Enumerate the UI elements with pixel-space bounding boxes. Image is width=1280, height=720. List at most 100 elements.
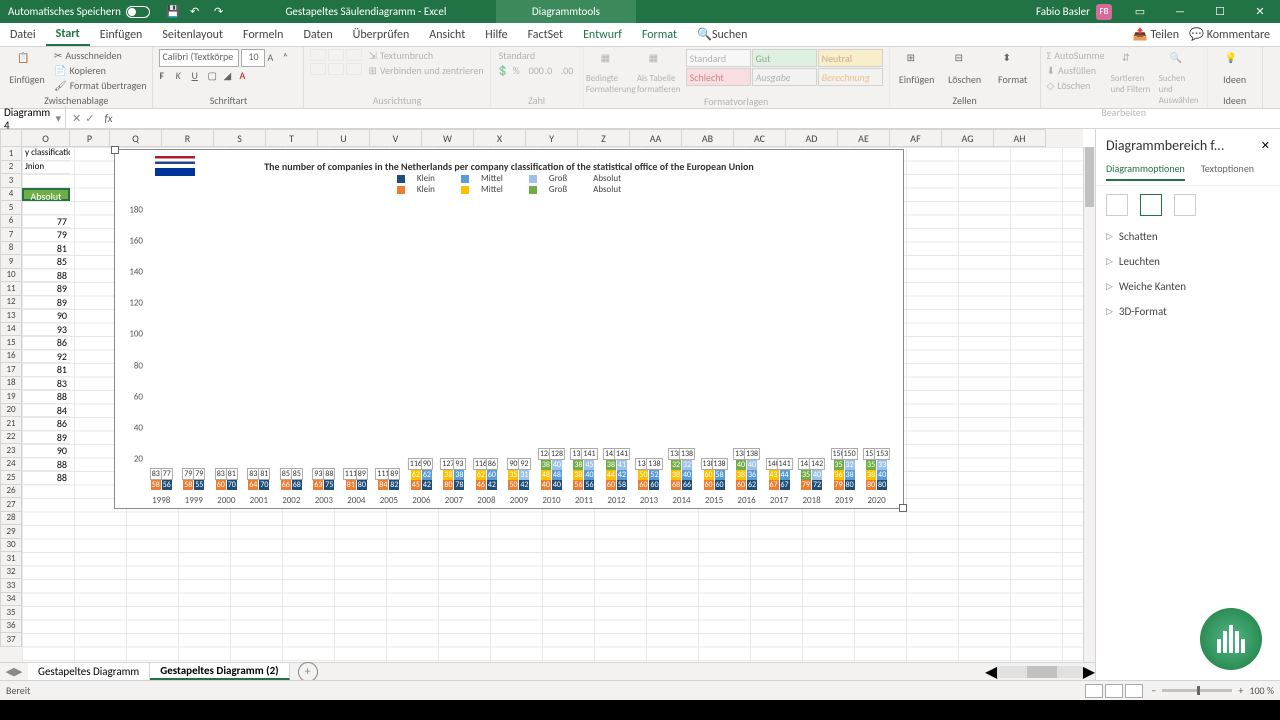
undo-icon[interactable]: ↶ [190, 5, 204, 19]
cell-value[interactable]: 92 [22, 350, 70, 364]
col-header-AB[interactable]: AB [682, 129, 734, 147]
col-header-U[interactable]: U [318, 129, 370, 147]
tab-start[interactable]: Start [46, 23, 90, 46]
row-header-32[interactable]: 32 [0, 566, 22, 580]
col-header-X[interactable]: X [474, 129, 526, 147]
bar-group-2001[interactable]: 64837081 [243, 210, 276, 490]
pane-tab-options[interactable]: Diagrammoptionen [1106, 162, 1185, 181]
tab-einfuegen[interactable]: Einfügen [90, 23, 153, 46]
bar-group-2008[interactable]: 4662116426086 [470, 210, 503, 490]
bar-group-2004[interactable]: 811118089 [340, 210, 373, 490]
font-color-icon[interactable]: A [239, 69, 253, 83]
row-header-2[interactable]: 2 [0, 161, 22, 175]
col-header-AA[interactable]: AA [630, 129, 682, 147]
cell-value[interactable]: 85 [22, 255, 70, 269]
vertical-scrollbar[interactable] [1083, 147, 1095, 662]
row-header-23[interactable]: 23 [0, 444, 22, 458]
cell-value[interactable]: 90 [22, 444, 70, 458]
size-props-icon[interactable] [1174, 194, 1196, 216]
col-header-P[interactable]: P [70, 129, 110, 147]
share-button[interactable]: 📤 Teilen [1133, 27, 1179, 42]
cell-value[interactable]: 93 [22, 323, 70, 337]
bar-group-2020[interactable]: 803835153804033153 [860, 210, 893, 490]
row-header-35[interactable]: 35 [0, 606, 22, 620]
col-header-Y[interactable]: Y [526, 129, 578, 147]
row-header-21[interactable]: 21 [0, 417, 22, 431]
wrap-text-button[interactable]: ⇲ Textumbruch [368, 49, 483, 62]
col-header-Q[interactable]: Q [110, 129, 162, 147]
currency-icon[interactable]: 💲 [497, 64, 511, 78]
column-headers[interactable]: OPQRSTUVWXYZAAABACADAEAFAGAH [0, 129, 1083, 147]
align-buttons[interactable] [310, 49, 362, 75]
row-header-22[interactable]: 22 [0, 431, 22, 445]
ideas-button[interactable]: 💡Ideen [1214, 49, 1256, 86]
effects-icon[interactable] [1140, 194, 1162, 216]
style-neutral[interactable]: Neutral [818, 49, 883, 67]
row-header-9[interactable]: 9 [0, 255, 22, 269]
fill-button[interactable]: ⬇ Ausfüllen [1047, 64, 1105, 77]
sort-filter-button[interactable]: ⇵Sortieren und Filtern [1111, 49, 1153, 95]
row-header-34[interactable]: 34 [0, 593, 22, 607]
tab-entwurf[interactable]: Entwurf [573, 23, 632, 46]
cell-value[interactable]: 86 [22, 336, 70, 350]
col-header-Z[interactable]: Z [578, 129, 630, 147]
add-sheet-button[interactable]: + [298, 662, 318, 681]
row-header-1[interactable]: 1 [0, 147, 22, 161]
fill-color-icon[interactable]: ◢ [223, 69, 237, 83]
enter-formula-icon[interactable]: ✓ [85, 112, 94, 125]
cell-value[interactable]: 89 [22, 282, 70, 296]
bar-group-2000[interactable]: 60837081 [210, 210, 243, 490]
cell-value[interactable]: 88 [22, 458, 70, 472]
section-schatten[interactable]: Schatten [1096, 224, 1280, 249]
dec-decimal-icon[interactable]: .00 [561, 64, 575, 78]
row-header-11[interactable]: 11 [0, 282, 22, 296]
row-header-17[interactable]: 17 [0, 363, 22, 377]
bold-icon[interactable]: F [159, 69, 173, 83]
bar-group-2018[interactable]: 79351427240142 [795, 210, 828, 490]
bar-group-2007[interactable]: 8038127783893 [438, 210, 471, 490]
bar-group-1999[interactable]: 58795579 [178, 210, 211, 490]
row-header-20[interactable]: 20 [0, 404, 22, 418]
cell-value[interactable]: 88 [22, 269, 70, 283]
tab-datei[interactable]: Datei [0, 23, 46, 46]
cut-button[interactable]: ✂ Ausschneiden [54, 49, 146, 62]
format-cells-button[interactable]: ⬍Format [992, 49, 1034, 86]
search-box[interactable]: 🔍 Suchen [687, 23, 757, 46]
style-berechnung[interactable]: Berechnung [818, 68, 883, 86]
merge-button[interactable]: ⊞ Verbinden und zentrieren [368, 64, 483, 77]
tab-hilfe[interactable]: Hilfe [475, 23, 517, 46]
cell-value[interactable]: 90 [22, 309, 70, 323]
col-header-AC[interactable]: AC [734, 129, 786, 147]
cell-value[interactable]: 77 [22, 215, 70, 229]
worksheet-grid[interactable]: y classification Jnion Absolut 777981858… [22, 147, 1083, 662]
row-header-36[interactable]: 36 [0, 620, 22, 634]
tab-formeln[interactable]: Formeln [233, 23, 293, 46]
fx-label-icon[interactable]: fx [100, 112, 116, 125]
select-all-cell[interactable] [0, 129, 22, 147]
bar-group-2011[interactable]: 563838132564045141 [568, 210, 601, 490]
bar-group-2002[interactable]: 66856885 [275, 210, 308, 490]
row-header-14[interactable]: 14 [0, 323, 22, 337]
row-header-29[interactable]: 29 [0, 525, 22, 539]
insert-cells-button[interactable]: ⊞Einfügen [896, 49, 938, 86]
sheet-nav-icon[interactable]: ◀▶ [0, 665, 28, 678]
row-header-19[interactable]: 19 [0, 390, 22, 404]
bar-group-2005[interactable]: 841118289 [373, 210, 406, 490]
ribbon-display-icon[interactable]: ▭ [1120, 0, 1160, 23]
col-header-AG[interactable]: AG [942, 129, 994, 147]
bar-group-2016[interactable]: 603840138623640138 [730, 210, 763, 490]
cell-value[interactable]: 88 [22, 471, 70, 485]
cell-value[interactable]: 88 [22, 390, 70, 404]
col-header-S[interactable]: S [214, 129, 266, 147]
row-header-27[interactable]: 27 [0, 498, 22, 512]
tab-daten[interactable]: Daten [293, 23, 342, 46]
cell-value[interactable]: 86 [22, 417, 70, 431]
cell-value[interactable]: 83 [22, 377, 70, 391]
underline-icon[interactable]: U [191, 69, 205, 83]
row-headers[interactable]: 1234567891011121314151617181920212223242… [0, 147, 22, 662]
row-header-24[interactable]: 24 [0, 458, 22, 472]
row-header-12[interactable]: 12 [0, 296, 22, 310]
cancel-formula-icon[interactable]: ✕ [72, 112, 81, 125]
row-header-25[interactable]: 25 [0, 471, 22, 485]
thousands-icon[interactable]: 000 [529, 64, 543, 78]
